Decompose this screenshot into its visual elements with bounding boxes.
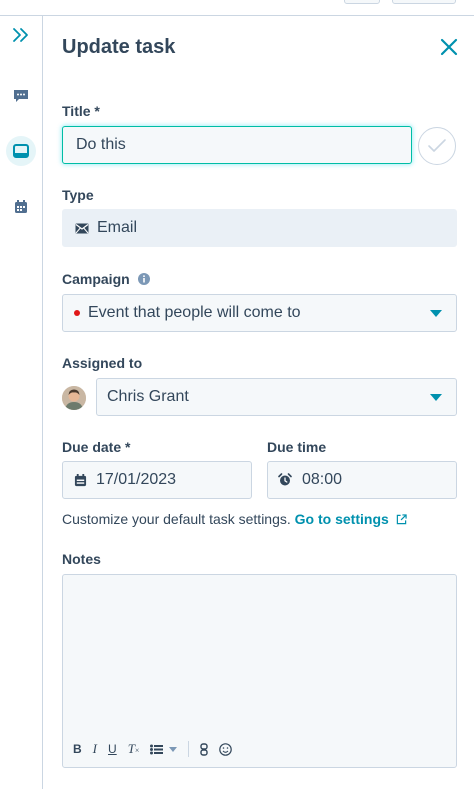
- sidebar-rail: [0, 16, 43, 789]
- clear-format-button[interactable]: T×: [128, 741, 140, 757]
- due-time-label: Due time: [267, 439, 327, 455]
- type-field: Email: [62, 209, 457, 247]
- check-icon: [428, 139, 446, 152]
- go-to-settings-label: Go to settings: [294, 511, 389, 527]
- clear-format-x-icon: ×: [134, 746, 140, 755]
- italic-button[interactable]: I: [93, 741, 97, 757]
- alarm-clock-icon: [278, 473, 292, 486]
- chevron-down-icon: [169, 746, 178, 752]
- avatar: [62, 386, 86, 410]
- campaign-value: Event that people will come to: [88, 304, 301, 321]
- expand-sidebar-button[interactable]: [6, 20, 36, 50]
- top-bar-button-1[interactable]: [344, 0, 380, 4]
- notes-label: Notes: [62, 551, 101, 567]
- list-dropdown-button[interactable]: [150, 744, 178, 755]
- bold-button[interactable]: B: [73, 742, 82, 756]
- notes-toolbar: B I U T×: [73, 741, 233, 757]
- type-label: Type: [62, 187, 94, 203]
- top-bar: [0, 0, 474, 16]
- panel-title: Update task: [62, 36, 176, 58]
- mark-complete-button[interactable]: [418, 127, 456, 165]
- comments-tab[interactable]: [6, 81, 36, 111]
- notes-editor[interactable]: B I U T×: [62, 574, 457, 768]
- toolbar-divider: [188, 741, 190, 757]
- info-icon[interactable]: [137, 273, 150, 285]
- due-date-value: 17/01/2023: [96, 471, 177, 488]
- update-task-panel: Update task Title * Do this Type Email C…: [43, 16, 474, 789]
- due-date-label: Due date *: [62, 439, 131, 455]
- calendar-tab[interactable]: [6, 192, 36, 222]
- link-icon[interactable]: [200, 742, 209, 756]
- title-input-value: Do this: [76, 136, 126, 153]
- task-window-icon: [13, 144, 29, 158]
- external-link-icon: [396, 514, 407, 525]
- campaign-select[interactable]: Event that people will come to: [62, 294, 457, 332]
- close-button[interactable]: [438, 36, 460, 58]
- task-tab[interactable]: [6, 136, 36, 166]
- title-label: Title *: [62, 103, 100, 119]
- due-time-input[interactable]: 08:00: [267, 461, 457, 499]
- chevron-down-icon: [430, 310, 442, 317]
- double-chevron-right-icon: [13, 28, 28, 42]
- top-bar-button-2[interactable]: [392, 0, 456, 4]
- due-date-input[interactable]: 17/01/2023: [62, 461, 252, 499]
- comment-icon: [14, 90, 28, 102]
- title-input[interactable]: Do this: [62, 126, 412, 164]
- campaign-label-row: Campaign: [62, 271, 150, 287]
- campaign-label: Campaign: [62, 271, 130, 287]
- clear-format-label: T: [127, 741, 135, 756]
- notes-content[interactable]: [63, 575, 456, 595]
- assignee-select[interactable]: Chris Grant: [96, 378, 457, 416]
- due-time-value: 08:00: [302, 471, 343, 488]
- email-icon: [75, 223, 89, 233]
- go-to-settings-link[interactable]: Go to settings: [295, 511, 407, 527]
- calendar-icon: [74, 473, 87, 486]
- bullet-list-icon: [150, 744, 164, 754]
- close-icon: [440, 38, 458, 56]
- emoji-icon[interactable]: [219, 742, 233, 756]
- settings-hint: Customize your default task settings. Go…: [62, 511, 407, 527]
- assignee-value: Chris Grant: [107, 388, 189, 405]
- type-value: Email: [97, 219, 138, 236]
- campaign-status-dot: [74, 310, 80, 316]
- assigned-label: Assigned to: [62, 355, 143, 371]
- chevron-down-icon: [430, 394, 442, 401]
- settings-hint-text: Customize your default task settings.: [62, 511, 291, 527]
- calendar-icon: [15, 200, 27, 213]
- underline-button[interactable]: U: [108, 742, 117, 756]
